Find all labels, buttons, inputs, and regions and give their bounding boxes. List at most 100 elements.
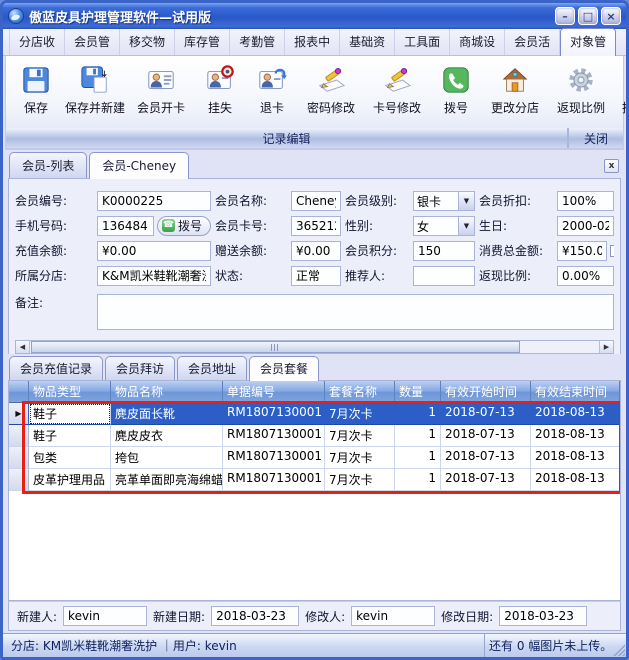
points-field[interactable]: [413, 241, 475, 261]
member-open-card-button[interactable]: 会员开卡: [128, 59, 194, 128]
cell-end-time[interactable]: 2018-08-13: [531, 403, 620, 425]
cell-doc-number[interactable]: RM1807130001: [223, 447, 325, 469]
maximize-button[interactable]: □: [578, 7, 598, 25]
cashback-field[interactable]: [557, 266, 614, 286]
cashback-ratio-button[interactable]: 返现比例: [548, 59, 614, 128]
report-loss-button[interactable]: 挂失: [194, 59, 246, 128]
menu-tab-members[interactable]: 会员管: [65, 29, 120, 55]
cell-start-time[interactable]: 2018-07-13: [441, 403, 531, 425]
menu-tab-inventory[interactable]: 库存管: [175, 29, 230, 55]
recharge-balance-field[interactable]: [97, 241, 211, 261]
table-row[interactable]: ▶ 鞋子 麂皮面长靴 RM1807130001 7月次卡 1 2018-07-1…: [9, 403, 620, 425]
chevron-down-icon[interactable]: ▼: [458, 192, 474, 210]
chevron-down-icon[interactable]: ▼: [458, 217, 474, 235]
change-password-button[interactable]: 密码修改: [298, 59, 364, 128]
cell-start-time[interactable]: 2018-07-13: [441, 469, 531, 491]
cell-doc-number[interactable]: RM1807130001: [223, 469, 325, 491]
tab-member-address[interactable]: 会员地址: [177, 356, 247, 380]
gift-balance-field[interactable]: [291, 241, 341, 261]
change-card-number-button[interactable]: 卡号修改: [364, 59, 430, 128]
change-branch-button[interactable]: 更改分店: [482, 59, 548, 128]
cell-item-name[interactable]: 麂皮皮衣: [111, 425, 223, 447]
col-item-type[interactable]: 物品类型: [29, 381, 111, 403]
col-start-time[interactable]: 有效开始时间: [441, 381, 531, 403]
cell-start-time[interactable]: 2018-07-13: [441, 425, 531, 447]
cell-item-name[interactable]: 麂皮面长靴: [111, 403, 223, 425]
menu-tab-reports[interactable]: 报表中: [285, 29, 340, 55]
modify-date-field[interactable]: [499, 606, 587, 626]
cell-item-type[interactable]: 鞋子: [29, 425, 111, 447]
menu-tab-tools[interactable]: 工具面: [395, 29, 450, 55]
cell-doc-number[interactable]: RM1807130001: [223, 403, 325, 425]
cell-package-name[interactable]: 7月次卡: [325, 403, 395, 425]
member-name-field[interactable]: [291, 191, 341, 211]
menu-tab-transfer[interactable]: 移交物: [120, 29, 175, 55]
tab-close-button[interactable]: x: [604, 159, 619, 173]
tab-member-cheney[interactable]: 会员-Cheney: [89, 152, 189, 179]
menu-tab-objects[interactable]: 对象管: [560, 28, 616, 56]
minimize-button[interactable]: –: [555, 7, 575, 25]
menu-tab-member-activity[interactable]: 会员活: [505, 29, 560, 55]
save-button[interactable]: 保存: [10, 59, 62, 128]
cell-item-name[interactable]: 亮革单面即亮海绵蜡: [111, 469, 223, 491]
col-quantity[interactable]: 数量: [395, 381, 441, 403]
cell-item-type[interactable]: 皮革护理用品: [29, 469, 111, 491]
modifier-field[interactable]: [351, 606, 435, 626]
scroll-right-icon[interactable]: ▶: [599, 341, 613, 353]
resize-grip-icon[interactable]: [612, 643, 625, 656]
cell-package-name[interactable]: 7月次卡: [325, 447, 395, 469]
cell-doc-number[interactable]: RM1807130001: [223, 425, 325, 447]
close-window-button[interactable]: ×: [601, 7, 621, 25]
gender-select[interactable]: 女 ▼: [413, 216, 475, 236]
tab-member-packages[interactable]: 会员套餐: [249, 356, 319, 381]
cell-end-time[interactable]: 2018-08-13: [531, 469, 620, 491]
col-doc-number[interactable]: 单据编号: [223, 381, 325, 403]
status-field[interactable]: [291, 266, 341, 286]
referrer-button[interactable]: 推荐人: [614, 59, 629, 128]
menu-tab-branch-cashier[interactable]: 分店收: [9, 29, 65, 55]
wechat-checkbox[interactable]: [610, 245, 614, 257]
cell-item-type[interactable]: 鞋子: [29, 403, 111, 425]
branch-field[interactable]: [97, 266, 211, 286]
card-no-field[interactable]: [291, 216, 341, 236]
menu-tab-basic-data[interactable]: 基础资: [340, 29, 395, 55]
remark-field[interactable]: [97, 294, 614, 330]
horizontal-scrollbar[interactable]: ◀ ▶: [15, 340, 614, 354]
menu-tab-attendance[interactable]: 考勤管: [230, 29, 285, 55]
col-end-time[interactable]: 有效结束时间: [531, 381, 620, 403]
cell-quantity[interactable]: 1: [395, 447, 441, 469]
discount-field[interactable]: [557, 191, 614, 211]
cell-package-name[interactable]: 7月次卡: [325, 425, 395, 447]
col-package-name[interactable]: 套餐名称: [325, 381, 395, 403]
tab-recharge-records[interactable]: 会员充值记录: [9, 356, 103, 380]
cell-end-time[interactable]: 2018-08-13: [531, 447, 620, 469]
phone-field[interactable]: [97, 216, 154, 236]
cell-item-type[interactable]: 包类: [29, 447, 111, 469]
total-spend-field[interactable]: [557, 241, 607, 261]
member-level-select[interactable]: 银卡 ▼: [413, 191, 475, 211]
menu-tab-mall[interactable]: 商城设: [450, 29, 505, 55]
cell-quantity[interactable]: 1: [395, 425, 441, 447]
save-and-new-button[interactable]: 保存并新建: [62, 59, 128, 128]
dial-button-toolbar[interactable]: 拨号: [430, 59, 482, 128]
cell-end-time[interactable]: 2018-08-13: [531, 425, 620, 447]
cell-quantity[interactable]: 1: [395, 403, 441, 425]
col-item-name[interactable]: 物品名称: [111, 381, 223, 403]
birthday-field[interactable]: [557, 216, 614, 236]
table-row[interactable]: 皮革护理用品 亮革单面即亮海绵蜡 RM1807130001 7月次卡 1 201…: [9, 469, 620, 491]
tab-member-visits[interactable]: 会员拜访: [105, 356, 175, 380]
table-row[interactable]: 包类 挎包 RM1807130001 7月次卡 1 2018-07-13 201…: [9, 447, 620, 469]
referrer-field[interactable]: [413, 266, 475, 286]
cell-package-name[interactable]: 7月次卡: [325, 469, 395, 491]
scroll-left-icon[interactable]: ◀: [16, 341, 30, 353]
dial-button[interactable]: ☎ 拨号: [157, 216, 211, 236]
tab-member-list[interactable]: 会员-列表: [9, 152, 87, 178]
table-row[interactable]: 鞋子 麂皮皮衣 RM1807130001 7月次卡 1 2018-07-13 2…: [9, 425, 620, 447]
cell-item-name[interactable]: 挎包: [111, 447, 223, 469]
creator-field[interactable]: [63, 606, 147, 626]
member-no-field[interactable]: [97, 191, 211, 211]
scrollbar-thumb[interactable]: [31, 341, 520, 353]
cell-quantity[interactable]: 1: [395, 469, 441, 491]
return-card-button[interactable]: 退卡: [246, 59, 298, 128]
create-date-field[interactable]: [211, 606, 299, 626]
